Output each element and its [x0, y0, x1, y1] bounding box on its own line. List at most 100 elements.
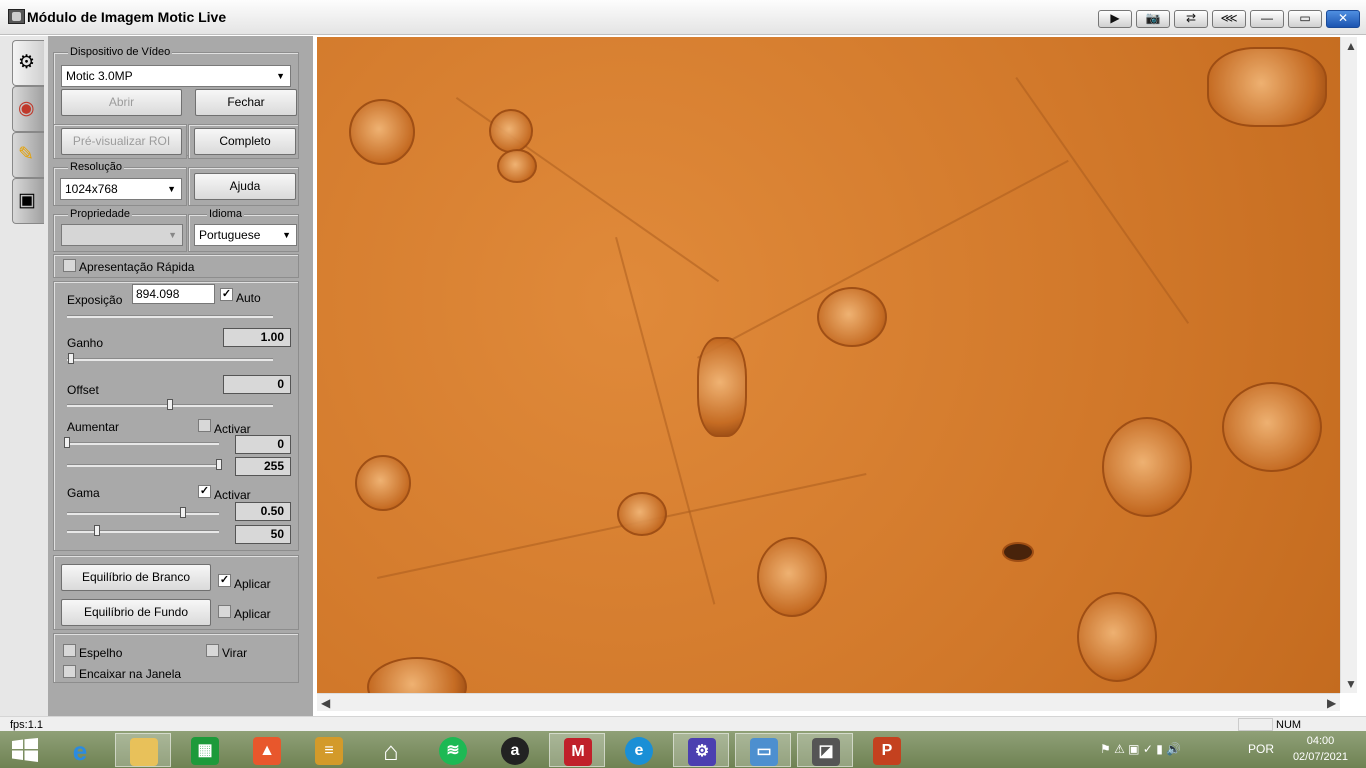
motic-app-icon — [8, 9, 25, 24]
gamma-second-slider-thumb[interactable] — [94, 525, 101, 536]
clock-date: 02/07/2021 — [1292, 751, 1348, 763]
device-select-value: Motic 3.0MP — [66, 69, 133, 83]
input-language[interactable]: POR — [1248, 731, 1274, 768]
cell — [349, 99, 415, 165]
flip-checkbox[interactable] — [206, 644, 219, 657]
property-group: Propriedade ▼ — [53, 208, 187, 252]
offset-slider-thumb[interactable] — [167, 399, 173, 410]
motic-icon[interactable]: ◪ — [797, 733, 853, 767]
mirror-checkbox[interactable] — [63, 644, 76, 657]
status-bar: fps:1.1 NUM — [0, 716, 1366, 732]
quick-present-label: Apresentação Rápida — [79, 260, 195, 274]
open-button[interactable]: Abrir — [61, 89, 182, 116]
exposure-slider[interactable] — [67, 315, 273, 318]
app-icon[interactable]: M — [549, 733, 605, 767]
swap-button[interactable]: ⇄ — [1174, 10, 1208, 28]
scroll-down-icon[interactable]: ▼ — [1345, 677, 1357, 691]
scroll-right-icon[interactable]: ▶ — [1327, 696, 1336, 710]
preview-roi-group: Pré-visualizar ROI — [53, 124, 187, 159]
tab-strip: ⚙ ◉ ✎ ▣ — [0, 36, 48, 716]
snapshot-button[interactable]: 📷 — [1136, 10, 1170, 28]
gain-slider-thumb[interactable] — [68, 353, 75, 364]
gamma-slider-thumb[interactable] — [179, 507, 186, 518]
edge-icon[interactable]: e — [611, 733, 667, 767]
cell — [1102, 417, 1192, 517]
spotify-icon[interactable]: ≋ — [425, 733, 481, 767]
file-explorer-icon[interactable] — [115, 733, 171, 767]
property-select[interactable]: ▼ — [61, 224, 183, 246]
enhance-activate-checkbox[interactable] — [198, 419, 211, 432]
tray-icons[interactable]: ⚑ ⚠ ▣ ✓ ▮ 🔊 — [1100, 731, 1181, 768]
cell — [697, 337, 747, 437]
orientation-group: Espelho Virar Encaixar na Janela — [53, 633, 299, 683]
system-clock[interactable]: 04:00 02/07/2021 — [1293, 733, 1348, 765]
enhance-high-slider[interactable] — [67, 459, 222, 470]
gamma-slider[interactable] — [67, 507, 219, 518]
full-view-button[interactable]: Completo — [194, 128, 296, 155]
help-button[interactable]: Ajuda — [194, 173, 296, 200]
gamma-activate-checkbox[interactable]: ✓ — [198, 485, 211, 498]
gain-slider[interactable] — [67, 353, 273, 364]
offset-slider[interactable] — [67, 399, 273, 410]
scroll-left-icon[interactable]: ◀ — [321, 696, 330, 710]
play-button[interactable]: ▶ — [1098, 10, 1132, 28]
device-select[interactable]: Motic 3.0MP ▼ — [61, 65, 291, 87]
cell — [617, 492, 667, 536]
motic-live-window: Módulo de Imagem Motic Live ▶ 📷 ⇄ ⋘ — ▭ … — [0, 0, 1366, 768]
notes-icon[interactable]: ≡ — [301, 733, 357, 767]
exposure-auto-label: Auto — [236, 291, 261, 305]
quick-present-checkbox[interactable] — [63, 259, 76, 272]
scroll-up-icon[interactable]: ▲ — [1345, 39, 1357, 53]
fit-window-checkbox[interactable] — [63, 665, 76, 678]
mirror-label: Espelho — [79, 646, 123, 660]
language-select[interactable]: Portuguese ▼ — [194, 224, 297, 246]
close-button[interactable]: ✕ — [1326, 10, 1360, 28]
close-device-button[interactable]: Fechar — [195, 89, 297, 116]
settings-icon[interactable]: ⚙ — [673, 733, 729, 767]
chevron-down-icon: ▼ — [276, 71, 285, 81]
fit-window-label: Encaixar na Janela — [79, 667, 182, 681]
photos-icon[interactable]: ▲ — [239, 733, 295, 767]
exposure-label: Exposição — [67, 293, 123, 307]
window-title: Módulo de Imagem Motic Live — [27, 9, 227, 25]
amazon-icon[interactable]: a — [487, 733, 543, 767]
gain-label: Ganho — [67, 336, 104, 350]
white-balance-apply-checkbox[interactable]: ✓ — [218, 574, 231, 587]
resolution-group-label: Resolução — [68, 161, 124, 173]
tab-capture-settings[interactable]: ⚙ — [12, 40, 44, 86]
enhance-low-slider[interactable] — [64, 437, 219, 448]
gain-value: 1.00 — [223, 328, 291, 347]
windows-start-icon[interactable] — [12, 738, 38, 762]
powerpoint-icon[interactable]: P — [859, 733, 915, 767]
exposure-input[interactable]: 894.098 — [132, 284, 215, 304]
device-group-label: Dispositivo de Vídeo — [68, 46, 173, 58]
background-balance-button[interactable]: Equilíbrio de Fundo — [61, 599, 211, 626]
enhance-high-slider-thumb[interactable] — [216, 459, 222, 470]
enhance-label: Aumentar — [67, 420, 120, 434]
minimize-button[interactable]: — — [1250, 10, 1284, 28]
preview-roi-button[interactable]: Pré-visualizar ROI — [61, 128, 182, 155]
gamma-second-slider[interactable] — [67, 525, 219, 536]
live-image-view[interactable] — [317, 37, 1340, 693]
enhance-low-slider-thumb[interactable] — [64, 437, 70, 448]
background-apply-checkbox[interactable] — [218, 605, 231, 618]
home-icon[interactable]: ⌂ — [363, 733, 419, 767]
store-icon[interactable]: ▦ — [177, 733, 233, 767]
enhance-low-value: 0 — [235, 435, 291, 454]
tab-color[interactable]: ◉ — [12, 86, 44, 132]
ie-icon[interactable]: e — [52, 733, 108, 767]
cell — [757, 537, 827, 617]
help-group: Ajuda — [188, 167, 299, 206]
horizontal-scrollbar[interactable]: ◀ ▶ — [317, 693, 1340, 711]
collapse-panel-button[interactable]: ⋘ — [1212, 10, 1246, 28]
tab-tools[interactable]: ✎ — [12, 132, 44, 178]
exposure-auto-checkbox[interactable]: ✓ — [220, 288, 233, 301]
vertical-scrollbar[interactable]: ▲ ▼ — [1340, 37, 1357, 693]
background-apply-label: Aplicar — [234, 607, 271, 621]
image-viewer-icon[interactable]: ▭ — [735, 733, 791, 767]
tab-camera[interactable]: ▣ — [12, 178, 44, 224]
resolution-select[interactable]: 1024x768 ▼ — [60, 178, 182, 200]
white-balance-button[interactable]: Equilíbrio de Branco — [61, 564, 211, 591]
capture-settings-icon: ⚙ — [18, 52, 36, 73]
maximize-button[interactable]: ▭ — [1288, 10, 1322, 28]
